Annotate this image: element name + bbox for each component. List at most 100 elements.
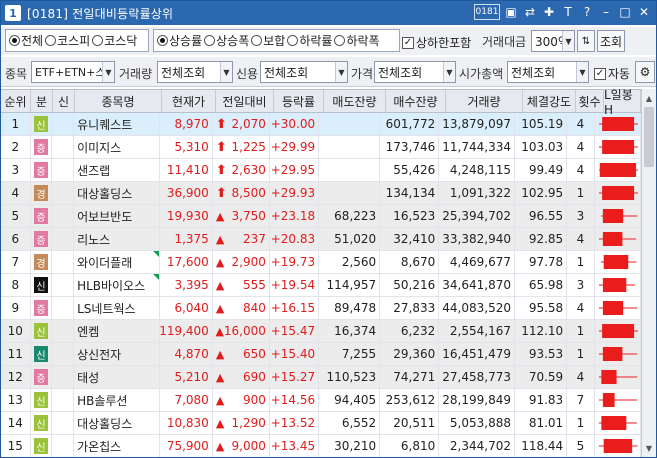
division-badge: 경 [33,185,48,201]
title-bar[interactable]: 1 [0181] 전일대비등락률상위 0181 ▣ ⇄ ✚ T ? – □ ✕ [1,1,656,25]
header-col-rate[interactable]: 등락률 [274,90,324,112]
cell-sell-remain: 89,478 [319,297,381,319]
table-row[interactable]: 15 신 가온칩스 75,900 ▲ 9,000 +13.45 30,210 6,810 2,34… [1,435,641,457]
credit-label: 신용 [236,67,259,81]
font-size-icon[interactable]: T [560,4,576,20]
cell-name[interactable]: 상신전자 [74,343,160,365]
cell-name[interactable]: LS네트웍스 [74,297,160,319]
header-col-change[interactable]: 전일대비 [216,90,274,112]
cell-name[interactable]: 태성 [74,366,160,388]
table-row[interactable]: 13 신 HB솔루션 7,080 ▲ 900 +14.56 94,405 253,612 28,1… [1,389,641,412]
header-col-name[interactable]: 종목명 [75,90,162,112]
item-type-select[interactable]: ETF+ETN+스| ▼ [31,61,115,83]
table-row[interactable]: 2 증 이미지스 5,310 ⬆ 1,225 +29.99 173,746 11,744,334… [1,136,641,159]
radio-rise-amount[interactable]: 상승폭 [204,32,249,49]
header-col-credit[interactable]: 신 [53,90,75,112]
bar-body [602,393,615,407]
pin-icon[interactable]: ✚ [541,4,557,20]
up-triangle-icon: ▲ [215,232,225,246]
table-row[interactable]: 6 증 리노스 1,375 ▲ 237 +20.83 51,020 32,410 33,382,9… [1,228,641,251]
cell-daily-bar [595,343,641,365]
table-row[interactable]: 12 증 태성 5,210 ▲ 690 +15.27 110,523 74,271 27,458,… [1,366,641,389]
header-col-sell-remain[interactable]: 매도잔량 [324,90,386,112]
cell-count: 3 [567,205,595,227]
cell-name[interactable]: 와이더플래 [74,251,160,273]
cell-strength: 96.55 [515,205,568,227]
table-row[interactable]: 5 증 어보브반도 19,930 ▲ 3,750 +23.18 68,223 16,523 25,… [1,205,641,228]
header-col-price[interactable]: 현재가 [162,90,216,112]
table-row[interactable]: 4 경 대상홀딩스 36,900 ⬆ 8,500 +29.93 134,134 1,091,32… [1,182,641,205]
chevron-down-icon: ▼ [443,62,455,82]
header-col-buy-remain[interactable]: 매수잔량 [386,90,446,112]
table-row[interactable]: 9 증 LS네트웍스 6,040 ▲ 840 +16.15 89,478 27,833 44,08… [1,297,641,320]
window-list-icon[interactable]: ▣ [503,4,519,20]
radio-fall-rate[interactable]: 하락률 [287,32,332,49]
radio-market-all[interactable]: 전체 [9,32,43,49]
table-row[interactable]: 8 신 HLB바이오스 3,395 ▲ 555 +19.54 114,957 50,216 34,… [1,274,641,297]
cell-daily-bar [595,136,641,158]
bar-body [602,301,623,315]
header-col-volume[interactable]: 거래량 [446,90,523,112]
window-number-icon[interactable]: 1 [5,5,21,21]
sort-toggle-button[interactable]: ⇅ [577,30,595,52]
cell-count: 1 [567,412,595,434]
radio-rise-rate[interactable]: 상승률 [157,32,202,49]
scroll-down-icon[interactable]: ▼ [644,442,654,454]
search-button[interactable]: 조회 [597,30,625,52]
cell-strength: 91.83 [515,389,568,411]
price-select[interactable]: 전체조회 ▼ [374,61,456,83]
market-cap-select[interactable]: 전체조회 ▼ [507,61,589,83]
header-col-count[interactable]: 횟수 [576,90,604,112]
cell-name[interactable]: 샌즈랩 [74,159,160,181]
radio-market-kosdaq[interactable]: 코스닥 [92,32,137,49]
radio-dot [92,35,104,46]
radio-dot [45,35,57,46]
header-col-rank[interactable]: 순위 [1,90,31,112]
header-col-division[interactable]: 분 [31,90,53,112]
help-icon[interactable]: ? [579,4,595,20]
volume-amount-select[interactable]: 300억 ▼ [531,30,575,52]
cell-name[interactable]: 유니퀘스트 [74,113,160,135]
cell-name[interactable]: 대상홀딩스 [74,182,160,204]
trade-volume-select[interactable]: 전체조회 ▼ [157,61,233,83]
scroll-up-icon[interactable]: ▲ [644,92,654,104]
radio-market-kospi[interactable]: 코스피 [45,32,90,49]
cell-strength: 65.98 [515,274,568,296]
close-icon[interactable]: ✕ [636,4,652,20]
link-icon[interactable]: ⇄ [522,4,538,20]
table-row[interactable]: 1 신 유니퀘스트 8,970 ⬆ 2,070 +30.00 601,772 13,879,09… [1,113,641,136]
table-row[interactable]: 7 경 와이더플래 17,600 ▲ 2,900 +19.73 2,560 8,670 4,469… [1,251,641,274]
cell-volume: 4,469,677 [439,251,515,273]
screen-code-icon[interactable]: 0181 [474,4,500,20]
cell-daily-bar [595,389,641,411]
radio-flat[interactable]: 보합 [251,32,285,49]
settings-button[interactable]: ⚙ [635,61,655,83]
cell-credit [52,113,75,135]
cell-name[interactable]: 대상홀딩스 [74,412,160,434]
header-col-daily-bar[interactable]: L일봉H [604,88,641,117]
vertical-scrollbar[interactable]: ▲ ▼ [641,89,656,457]
cell-name[interactable]: 엔켐 [74,320,160,342]
cell-name[interactable]: HB솔루션 [74,389,160,411]
table-row[interactable]: 11 신 상신전자 4,870 ▲ 650 +15.40 7,255 29,360 16,451,… [1,343,641,366]
table-row[interactable]: 3 증 샌즈랩 11,410 ⬆ 2,630 +29.95 55,426 4,248,115 99… [1,159,641,182]
table-row[interactable]: 14 신 대상홀딩스 10,830 ▲ 1,290 +13.52 6,552 20,511 5,0… [1,412,641,435]
radio-fall-amount[interactable]: 하락폭 [334,32,380,49]
maximize-icon[interactable]: □ [617,4,633,20]
cell-change: ▲ 1,290 [213,412,270,434]
header-col-strength[interactable]: 체결강도 [523,90,576,112]
upper-limit-arrow-icon: ⬆ [215,139,227,155]
cell-name[interactable]: 가온칩스 [74,435,160,457]
division-badge: 증 [33,369,48,385]
cell-name[interactable]: 리노스 [74,228,160,250]
cell-name[interactable]: 이미지스 [74,136,160,158]
cell-name[interactable]: HLB바이오스 [74,274,160,296]
credit-select[interactable]: 전체조회 ▼ [260,61,348,83]
volume-amount-label: 거래대금 [482,35,527,49]
scroll-thumb[interactable] [644,107,654,167]
cell-name[interactable]: 어보브반도 [74,205,160,227]
minimize-icon[interactable]: – [598,4,614,20]
table-row[interactable]: 10 신 엔켐 119,400 ▲ 16,000 +15.47 16,374 6,232 2,55… [1,320,641,343]
limit-include-checkbox[interactable]: ✓ 상하한포함 [402,34,471,51]
auto-checkbox[interactable]: ✓ 자동 [594,65,630,82]
